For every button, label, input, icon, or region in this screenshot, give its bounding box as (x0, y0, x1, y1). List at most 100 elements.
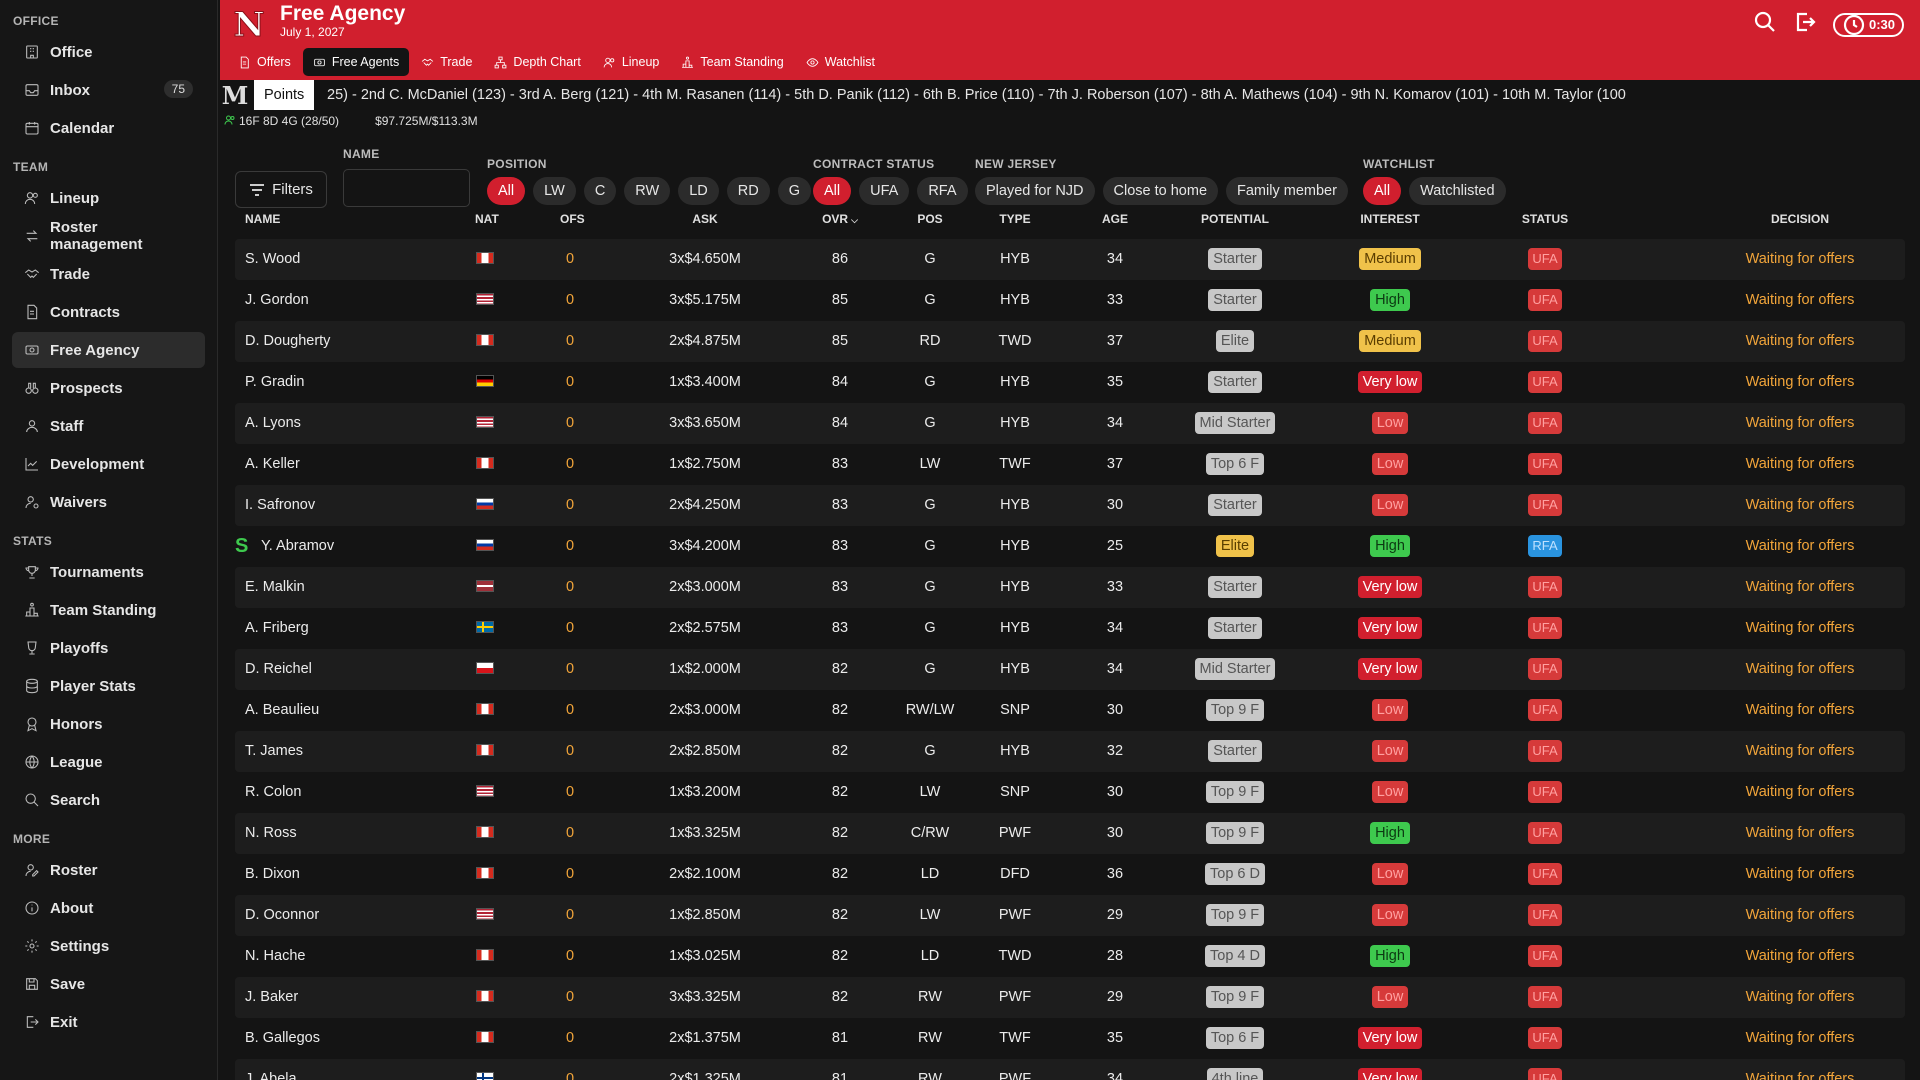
table-row[interactable]: B. Gallegos 0 2x$1.375M 81 RW TWF 35 Top 6 F Ver… (235, 1018, 1905, 1059)
table-row[interactable]: I. Safronov 0 2x$4.250M 83 G HYB 30 Starter Low U… (235, 485, 1905, 526)
sidebar-item-lineup[interactable]: Lineup (12, 180, 205, 216)
sidebar-item-roster-management[interactable]: Roster management (12, 218, 205, 254)
sidebar-item-save[interactable]: Save (12, 966, 205, 1002)
sidebar-item-search[interactable]: Search (12, 782, 205, 818)
player-name[interactable]: A. Keller (245, 444, 300, 485)
jersey-chip-family-member[interactable]: Family member (1226, 177, 1348, 205)
exit-icon[interactable] (1793, 10, 1817, 39)
table-row[interactable]: D. Oconnor 0 1x$2.850M 82 LW PWF 29 Top 9 F Low U… (235, 895, 1905, 936)
sidebar-item-honors[interactable]: Honors (12, 706, 205, 742)
sidebar-item-roster[interactable]: Roster (12, 852, 205, 888)
table-row[interactable]: P. Gradin 0 1x$3.400M 84 G HYB 35 Starter Very l… (235, 362, 1905, 403)
watchlist-chip-watchlisted[interactable]: Watchlisted (1409, 177, 1506, 205)
table-row[interactable]: A. Keller 0 1x$2.750M 83 LW TWF 37 Top 6 F Low UF… (235, 444, 1905, 485)
player-name[interactable]: D. Oconnor (245, 895, 319, 936)
col-interest[interactable]: INTEREST (1335, 212, 1445, 226)
player-name[interactable]: E. Malkin (245, 567, 305, 608)
col-type[interactable]: TYPE (990, 212, 1040, 226)
search-icon[interactable] (1753, 10, 1777, 39)
sidebar-item-trade[interactable]: Trade (12, 256, 205, 292)
col-nat[interactable]: NAT (475, 212, 499, 226)
position-chip-lw[interactable]: LW (533, 177, 576, 205)
table-row[interactable]: B. Dixon 0 2x$2.100M 82 LD DFD 36 Top 6 D Low UFA… (235, 854, 1905, 895)
sidebar-item-staff[interactable]: Staff (12, 408, 205, 444)
sidebar-item-team-standing[interactable]: Team Standing (12, 592, 205, 628)
position-chip-rw[interactable]: RW (624, 177, 671, 205)
table-row[interactable]: E. Malkin 0 2x$3.000M 83 G HYB 33 Starter Very l… (235, 567, 1905, 608)
table-row[interactable]: S. Wood 0 3x$4.650M 86 G HYB 34 Starter Medium UF… (235, 239, 1905, 280)
col-ask[interactable]: ASK (655, 212, 755, 226)
sidebar-item-about[interactable]: About (12, 890, 205, 926)
sidebar-item-waivers[interactable]: Waivers (12, 484, 205, 520)
sidebar-item-tournaments[interactable]: Tournaments (12, 554, 205, 590)
player-name[interactable]: A. Beaulieu (245, 690, 319, 731)
sidebar-item-free-agency[interactable]: Free Agency (12, 332, 205, 368)
sidebar-item-contracts[interactable]: Contracts (12, 294, 205, 330)
filters-button[interactable]: Filters (235, 171, 327, 208)
tab-lineup[interactable]: Lineup (593, 48, 670, 76)
table-row[interactable]: R. Colon 0 1x$3.200M 82 LW SNP 30 Top 9 F Low UFA… (235, 772, 1905, 813)
contract-chip-ufa[interactable]: UFA (859, 177, 910, 205)
tab-depth-chart[interactable]: Depth Chart (484, 48, 590, 76)
table-row[interactable]: S Y. Abramov 0 3x$4.200M 83 G HYB 25 Elite High RF… (235, 526, 1905, 567)
sidebar-item-playoffs[interactable]: Playoffs (12, 630, 205, 666)
col-potential[interactable]: POTENTIAL (1175, 212, 1295, 226)
timer-button[interactable]: 0:30 (1832, 12, 1904, 37)
sidebar-item-league[interactable]: League (12, 744, 205, 780)
player-name[interactable]: D. Reichel (245, 649, 312, 690)
contract-chip-all[interactable]: All (813, 177, 852, 205)
table-row[interactable]: A. Lyons 0 3x$3.650M 84 G HYB 34 Mid Starter Low… (235, 403, 1905, 444)
player-name[interactable]: P. Gradin (245, 362, 304, 403)
position-chip-rd[interactable]: RD (726, 177, 770, 205)
sidebar-item-player-stats[interactable]: Player Stats (12, 668, 205, 704)
sidebar-item-inbox[interactable]: Inbox 75 (12, 72, 205, 108)
player-name[interactable]: D. Dougherty (245, 321, 330, 362)
position-chip-ld[interactable]: LD (678, 177, 719, 205)
position-chip-all[interactable]: All (487, 177, 526, 205)
jersey-chip-played-for-njd[interactable]: Played for NJD (975, 177, 1095, 205)
position-chip-g[interactable]: G (777, 177, 811, 205)
contract-chip-rfa[interactable]: RFA (917, 177, 968, 205)
player-name[interactable]: N. Hache (245, 936, 305, 977)
player-name[interactable]: S. Wood (245, 239, 300, 280)
tab-offers[interactable]: Offers (228, 48, 301, 76)
table-row[interactable]: J. Abela 0 2x$1.325M 81 RW PWF 34 4th line Very … (235, 1059, 1905, 1080)
player-name[interactable]: B. Dixon (245, 854, 300, 895)
player-name[interactable]: J. Gordon (245, 280, 309, 321)
position-chip-c[interactable]: C (583, 177, 617, 205)
table-row[interactable]: A. Friberg 0 2x$2.575M 83 G HYB 34 Starter Very … (235, 608, 1905, 649)
player-name[interactable]: A. Lyons (245, 403, 301, 444)
player-name[interactable]: N. Ross (245, 813, 297, 854)
table-row[interactable]: J. Gordon 0 3x$5.175M 85 G HYB 33 Starter High UF… (235, 280, 1905, 321)
table-row[interactable]: T. James 0 2x$2.850M 82 G HYB 32 Starter Low UFA W… (235, 731, 1905, 772)
table-row[interactable]: A. Beaulieu 0 2x$3.000M 82 RW/LW SNP 30 Top 9 F… (235, 690, 1905, 731)
sidebar-item-exit[interactable]: Exit (12, 1004, 205, 1040)
watchlist-chip-all[interactable]: All (1363, 177, 1402, 205)
jersey-chip-close-to-home[interactable]: Close to home (1102, 177, 1219, 205)
player-name[interactable]: R. Colon (245, 772, 301, 813)
player-name[interactable]: T. James (245, 731, 303, 772)
sidebar-item-calendar[interactable]: Calendar (12, 110, 205, 146)
col-name[interactable]: NAME (245, 212, 280, 226)
sidebar-item-prospects[interactable]: Prospects (12, 370, 205, 406)
tab-free-agents[interactable]: Free Agents (302, 48, 410, 76)
player-name[interactable]: B. Gallegos (245, 1018, 320, 1059)
col-status[interactable]: STATUS (1520, 212, 1570, 226)
ticker-category[interactable]: Points (254, 80, 315, 110)
player-name[interactable]: A. Friberg (245, 608, 309, 649)
sidebar-item-development[interactable]: Development (12, 446, 205, 482)
name-filter-input[interactable] (343, 169, 470, 207)
tab-team-standing[interactable]: Team Standing (671, 48, 793, 76)
sidebar-item-office[interactable]: Office (12, 34, 205, 70)
table-row[interactable]: D. Dougherty 0 2x$4.875M 85 RD TWD 37 Elite Medi… (235, 321, 1905, 362)
col-ofs[interactable]: OFS (560, 212, 585, 226)
col-age[interactable]: AGE (1095, 212, 1135, 226)
tab-watchlist[interactable]: Watchlist (796, 48, 885, 76)
table-row[interactable]: J. Baker 0 3x$3.325M 82 RW PWF 29 Top 9 F Low UFA… (235, 977, 1905, 1018)
tab-trade[interactable]: Trade (411, 48, 482, 76)
player-name[interactable]: J. Abela (245, 1059, 297, 1080)
player-name[interactable]: J. Baker (245, 977, 298, 1018)
player-name[interactable]: I. Safronov (245, 485, 315, 526)
table-row[interactable]: D. Reichel 0 1x$2.000M 82 G HYB 34 Mid Starter V… (235, 649, 1905, 690)
player-name[interactable]: Y. Abramov (261, 526, 334, 567)
